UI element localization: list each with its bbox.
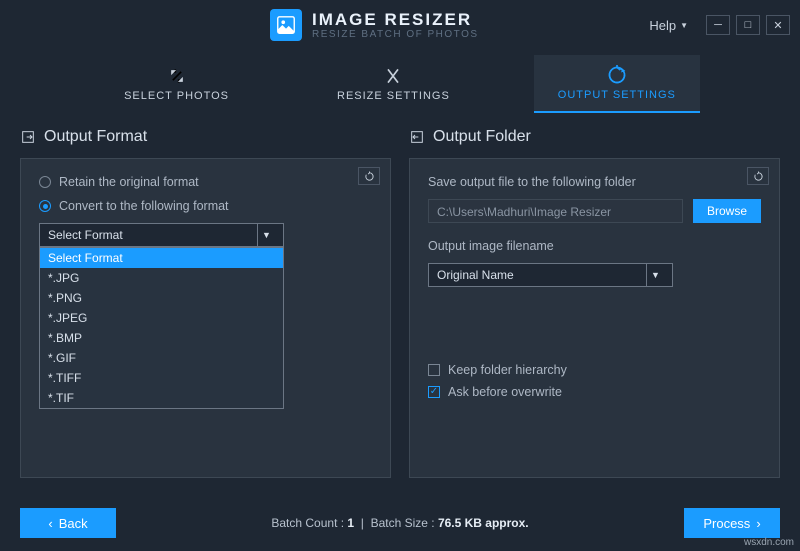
tab-label: OUTPUT SETTINGS	[558, 89, 676, 101]
format-option[interactable]: Select Format	[40, 248, 283, 268]
output-path-input[interactable]: C:\Users\Madhuri\Image Resizer	[428, 199, 683, 223]
minimize-button[interactable]: ─	[706, 15, 730, 35]
format-option[interactable]: *.TIFF	[40, 368, 283, 388]
reset-folder-button[interactable]	[747, 167, 769, 185]
format-select[interactable]: Select Format ▼	[39, 223, 284, 247]
checkbox-icon	[428, 386, 440, 398]
tab-label: SELECT PHOTOS	[124, 90, 229, 102]
batch-info: Batch Count : 1 | Batch Size : 76.5 KB a…	[116, 516, 684, 530]
output-format-panel: Output Format Retain the original format…	[20, 128, 391, 478]
output-folder-title: Output Folder	[433, 128, 531, 146]
watermark: wsxdn.com	[744, 537, 794, 548]
process-button[interactable]: Process ›	[684, 508, 780, 538]
chevron-down-icon: ▼	[257, 224, 275, 246]
format-option[interactable]: *.GIF	[40, 348, 283, 368]
format-option[interactable]: *.JPEG	[40, 308, 283, 328]
app-subtitle: RESIZE BATCH OF PHOTOS	[312, 30, 479, 40]
format-option[interactable]: *.PNG	[40, 288, 283, 308]
format-option[interactable]: *.JPG	[40, 268, 283, 288]
filename-select[interactable]: Original Name ▼	[428, 263, 673, 287]
export-icon	[20, 129, 36, 145]
help-menu[interactable]: Help ▼	[649, 18, 688, 33]
reset-icon	[753, 171, 764, 182]
reset-format-button[interactable]	[358, 167, 380, 185]
output-folder-panel: Output Folder Save output file to the fo…	[409, 128, 780, 478]
checkbox-ask-overwrite[interactable]: Ask before overwrite	[428, 385, 761, 399]
main-tabs: SELECT PHOTOS RESIZE SETTINGS OUTPUT SET…	[0, 50, 800, 118]
footer-bar: ‹ Back Batch Count : 1 | Batch Size : 76…	[0, 495, 800, 551]
folder-icon	[409, 129, 425, 145]
format-option[interactable]: *.TIF	[40, 388, 283, 408]
chevron-right-icon: ›	[756, 516, 760, 531]
back-button[interactable]: ‹ Back	[20, 508, 116, 538]
radio-icon	[39, 176, 51, 188]
chevron-left-icon: ‹	[48, 516, 52, 531]
tab-label: RESIZE SETTINGS	[337, 90, 450, 102]
filename-label: Output image filename	[428, 239, 761, 253]
app-logo-icon	[270, 9, 302, 41]
browse-button[interactable]: Browse	[693, 199, 761, 223]
format-option[interactable]: *.BMP	[40, 328, 283, 348]
chevron-down-icon: ▼	[646, 264, 664, 286]
radio-retain-original[interactable]: Retain the original format	[39, 175, 372, 189]
tab-resize-settings[interactable]: RESIZE SETTINGS	[313, 56, 474, 112]
radio-convert-format[interactable]: Convert to the following format	[39, 199, 372, 213]
tab-select-photos[interactable]: SELECT PHOTOS	[100, 56, 253, 112]
reset-icon	[364, 171, 375, 182]
output-format-title: Output Format	[44, 128, 147, 146]
tab-output-settings[interactable]: OUTPUT SETTINGS	[534, 55, 700, 113]
format-dropdown: Select Format *.JPG *.PNG *.JPEG *.BMP *…	[39, 247, 284, 409]
checkbox-keep-hierarchy[interactable]: Keep folder hierarchy	[428, 363, 761, 377]
save-folder-label: Save output file to the following folder	[428, 175, 761, 189]
app-title: IMAGE RESIZER	[312, 11, 479, 28]
checkbox-icon	[428, 364, 440, 376]
radio-icon	[39, 200, 51, 212]
close-button[interactable]: ✕	[766, 15, 790, 35]
app-logo: IMAGE RESIZER RESIZE BATCH OF PHOTOS	[270, 9, 479, 41]
maximize-button[interactable]: □	[736, 15, 760, 35]
